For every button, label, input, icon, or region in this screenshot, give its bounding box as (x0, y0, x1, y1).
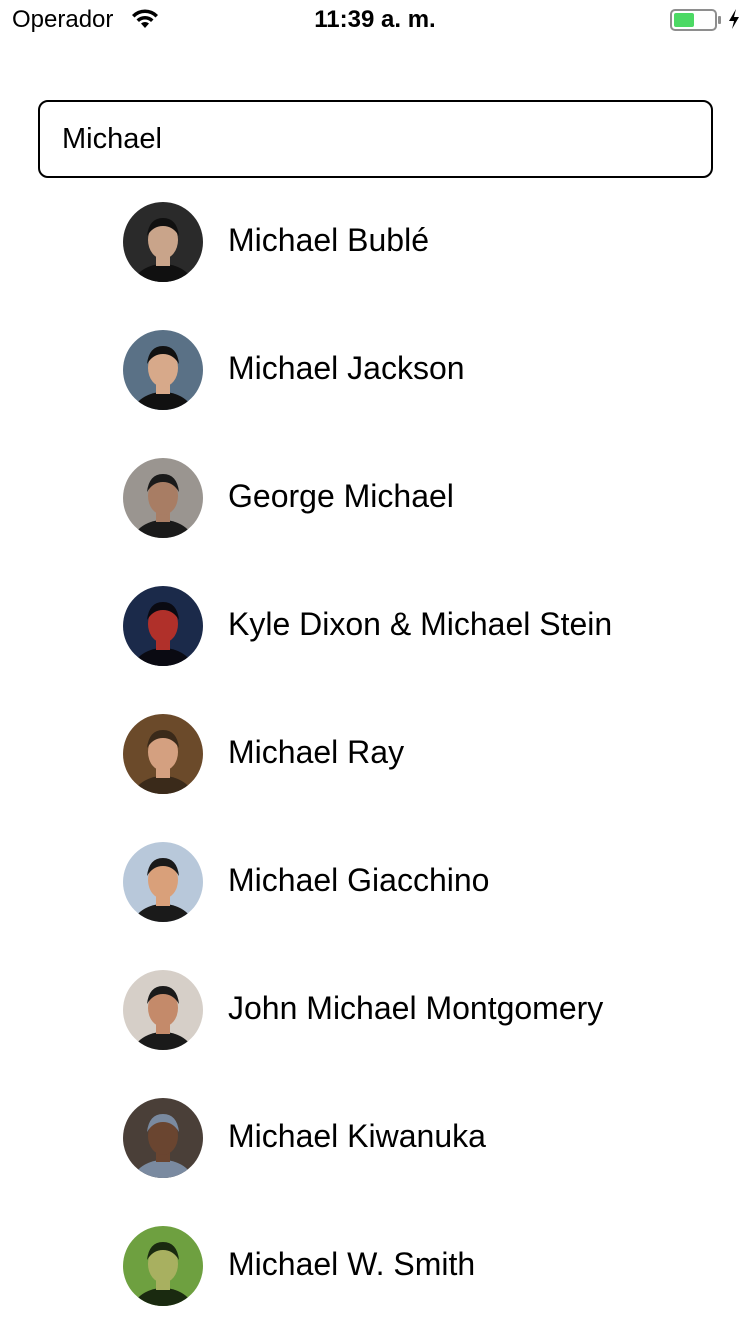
portrait-image (123, 714, 203, 794)
artist-name: Michael Bublé (228, 222, 429, 258)
portrait-image (123, 1098, 203, 1178)
artist-avatar (123, 330, 203, 410)
artist-avatar (123, 202, 203, 282)
artist-row[interactable]: Michael Jackson (0, 323, 750, 451)
portrait-image (123, 1226, 203, 1306)
artist-row[interactable]: Michael Giacchino (0, 835, 750, 963)
artist-row[interactable]: Michael W. Smith (0, 1219, 750, 1334)
artist-avatar (123, 1098, 203, 1178)
status-bar: Operador 11:39 a. m. (0, 0, 750, 40)
battery-icon (670, 9, 721, 31)
artist-results-list: Michael Bublé Michael Jackson George Mic… (0, 195, 750, 1334)
artist-row[interactable]: Kyle Dixon & Michael Stein (0, 579, 750, 707)
portrait-image (123, 330, 203, 410)
portrait-image (123, 202, 203, 282)
clock: 11:39 a. m. (314, 6, 436, 33)
portrait-image (123, 586, 203, 666)
artist-row[interactable]: Michael Kiwanuka (0, 1091, 750, 1219)
artist-row[interactable]: Michael Ray (0, 707, 750, 835)
artist-row[interactable]: Michael Bublé (0, 195, 750, 323)
artist-name: John Michael Montgomery (228, 990, 604, 1026)
portrait-image (123, 970, 203, 1050)
portrait-image (123, 458, 203, 538)
screen: Operador 11:39 a. m. Michael Bublé Micha… (0, 0, 750, 1334)
artist-avatar (123, 458, 203, 538)
artist-name: Michael Ray (228, 734, 405, 770)
portrait-image (123, 842, 203, 922)
artist-avatar (123, 1226, 203, 1306)
artist-row[interactable]: John Michael Montgomery (0, 963, 750, 1091)
artist-avatar (123, 714, 203, 794)
charging-bolt-icon (729, 9, 739, 29)
artist-name: George Michael (228, 478, 454, 514)
artist-row[interactable]: George Michael (0, 451, 750, 579)
artist-name: Michael Kiwanuka (228, 1118, 486, 1154)
search-field[interactable] (38, 100, 713, 178)
artist-name: Kyle Dixon & Michael Stein (228, 606, 613, 642)
artist-avatar (123, 586, 203, 666)
search-input[interactable] (40, 102, 711, 176)
artist-avatar (123, 842, 203, 922)
artist-avatar (123, 970, 203, 1050)
artist-name: Michael W. Smith (228, 1246, 476, 1282)
artist-name: Michael Jackson (228, 350, 465, 386)
artist-name: Michael Giacchino (228, 862, 490, 898)
